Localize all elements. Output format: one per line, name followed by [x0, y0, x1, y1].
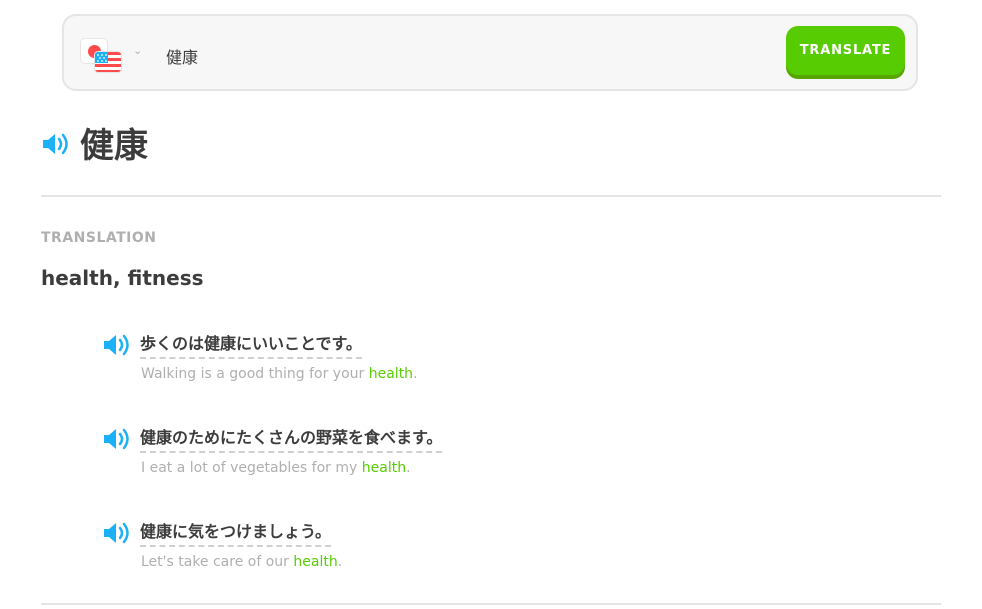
speaker-icon[interactable]	[41, 131, 71, 157]
example-text-end: .	[406, 460, 411, 476]
translate-button[interactable]: TRANSLATE	[786, 26, 905, 75]
highlighted-word: health	[293, 554, 338, 570]
divider	[41, 603, 941, 605]
speaker-icon[interactable]	[102, 520, 132, 546]
speaker-icon[interactable]	[102, 426, 132, 452]
example-text-end: .	[413, 366, 418, 382]
search-input[interactable]: 健康	[166, 44, 198, 68]
example-text: Walking is a good thing for your	[141, 366, 369, 382]
speaker-icon[interactable]	[102, 332, 132, 358]
search-bar: ⌄ 健康 TRANSLATE	[62, 14, 918, 91]
example-sentence-english: Walking is a good thing for your health.	[141, 366, 418, 382]
example-text-end: .	[337, 554, 343, 570]
chevron-down-icon: ⌄	[133, 44, 143, 57]
language-picker[interactable]: ⌄	[80, 38, 144, 76]
divider	[41, 195, 941, 197]
translation-meaning: health, fitness	[41, 266, 204, 290]
example-item: 歩くのは健康にいいことです。 Walking is a good thing f…	[102, 330, 802, 390]
highlighted-word: health	[368, 366, 414, 382]
example-sentence-japanese[interactable]: 健康に気をつけましょう。	[140, 518, 332, 547]
example-text: Let's take care of our	[141, 554, 294, 570]
section-label: TRANSLATION	[41, 230, 157, 246]
example-item: 健康のためにたくさんの野菜を食べます。 I eat a lot of veget…	[102, 424, 802, 484]
example-sentence-english: Let's take care of our health.	[141, 554, 342, 570]
us-flag-icon	[94, 51, 122, 73]
example-sentence-japanese[interactable]: 歩くのは健康にいいことです。	[140, 330, 362, 359]
headword: 健康	[80, 126, 148, 166]
example-sentence-japanese[interactable]: 健康のためにたくさんの野菜を食べます。	[140, 424, 443, 453]
highlighted-word: health	[361, 460, 407, 476]
example-item: 健康に気をつけましょう。 Let's take care of our heal…	[102, 518, 802, 578]
example-text: I eat a lot of vegetables for my	[141, 460, 362, 476]
example-sentence-english: I eat a lot of vegetables for my health.	[141, 460, 411, 476]
